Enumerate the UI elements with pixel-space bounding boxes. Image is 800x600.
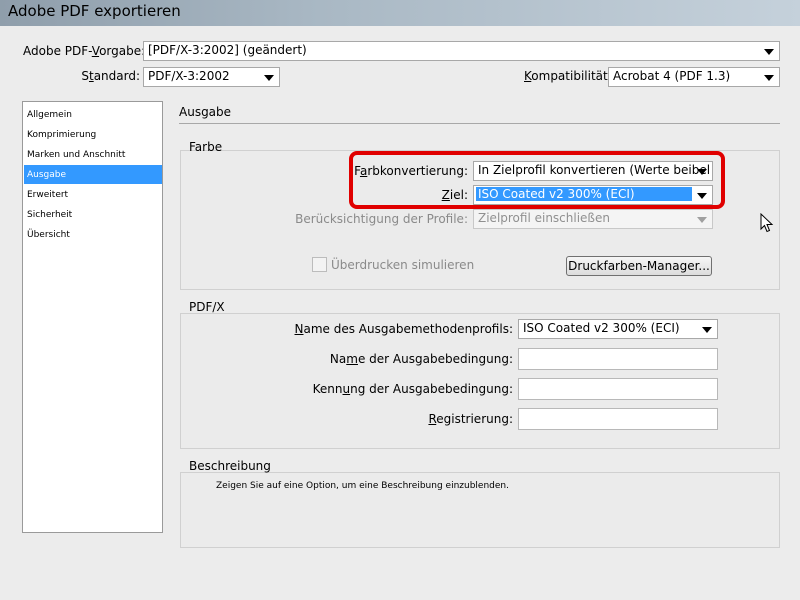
beschreibung-text: Zeigen Sie auf eine Option, um eine Besc… [216,481,509,491]
ausgabeprofil-value: ISO Coated v2 300% (ECI) [523,321,680,335]
ueberdrucken-label: Überdrucken simulieren [331,258,475,272]
preset-select[interactable]: [PDF/X-3:2002] (geändert) [143,41,780,61]
window-title: Adobe PDF exportieren [8,2,181,20]
chevron-down-icon [697,217,707,223]
pdfx-group-label: PDF/X [189,300,225,314]
sidebar-item-uebersicht[interactable]: Übersicht [24,225,162,244]
preset-label: Adobe PDF-Vorgabe: [23,44,146,58]
registrierung-input[interactable] [518,408,718,430]
chevron-down-icon [264,75,274,81]
ausgabeprofil-select[interactable]: ISO Coated v2 300% (ECI) [518,319,718,339]
beschreibung-group-label: Beschreibung [189,459,271,473]
sidebar-item-komprimierung[interactable]: Komprimierung [24,125,162,144]
bedingung-kennung-label: Kennung der Ausgabebedingung: [312,382,513,396]
chevron-down-icon [764,75,774,81]
section-title: Ausgabe [179,105,232,119]
ueberdrucken-checkbox[interactable] [312,257,327,272]
profile-value: Zielprofil einschließen [478,211,610,225]
profile-select[interactable]: Zielprofil einschließen [473,209,713,229]
chevron-down-icon [702,327,712,333]
profile-label: Berücksichtigung der Profile: [295,212,468,226]
bedingung-name-input[interactable] [518,348,718,370]
sidebar-item-allgemein[interactable]: Allgemein [24,105,162,124]
sidebar-item-marken-und-anschnitt[interactable]: Marken und Anschnitt [24,145,162,164]
bedingung-kennung-input[interactable] [518,378,718,400]
sidebar-item-sicherheit[interactable]: Sicherheit [24,205,162,224]
sidebar-item-erweitert[interactable]: Erweitert [24,185,162,204]
mouse-cursor-icon [760,213,774,233]
section-divider [179,123,780,124]
compatibility-value: Acrobat 4 (PDF 1.3) [613,69,731,83]
registrierung-label: Registrierung: [428,412,513,426]
farbe-group-label: Farbe [189,140,223,154]
ausgabeprofil-label: Name des Ausgabemethodenprofils: [294,322,513,336]
druckfarben-manager-button[interactable]: Druckfarben-Manager... [566,256,712,276]
sidebar-item-ausgabe[interactable]: Ausgabe [24,165,162,184]
compatibility-select[interactable]: Acrobat 4 (PDF 1.3) [608,67,780,87]
title-bar[interactable]: Adobe PDF exportieren [0,0,800,26]
category-sidebar: Allgemein Komprimierung Marken und Ansch… [22,101,163,533]
standard-label: Standard: [81,69,140,83]
standard-value: PDF/X-3:2002 [148,69,230,83]
preset-value: [PDF/X-3:2002] (geändert) [148,43,307,57]
chevron-down-icon [764,49,774,55]
compatibility-label: Kompatibilität: [524,69,612,83]
highlight-annotation [349,151,725,209]
bedingung-name-label: Name der Ausgabebedingung: [329,352,513,366]
standard-select[interactable]: PDF/X-3:2002 [143,67,280,87]
